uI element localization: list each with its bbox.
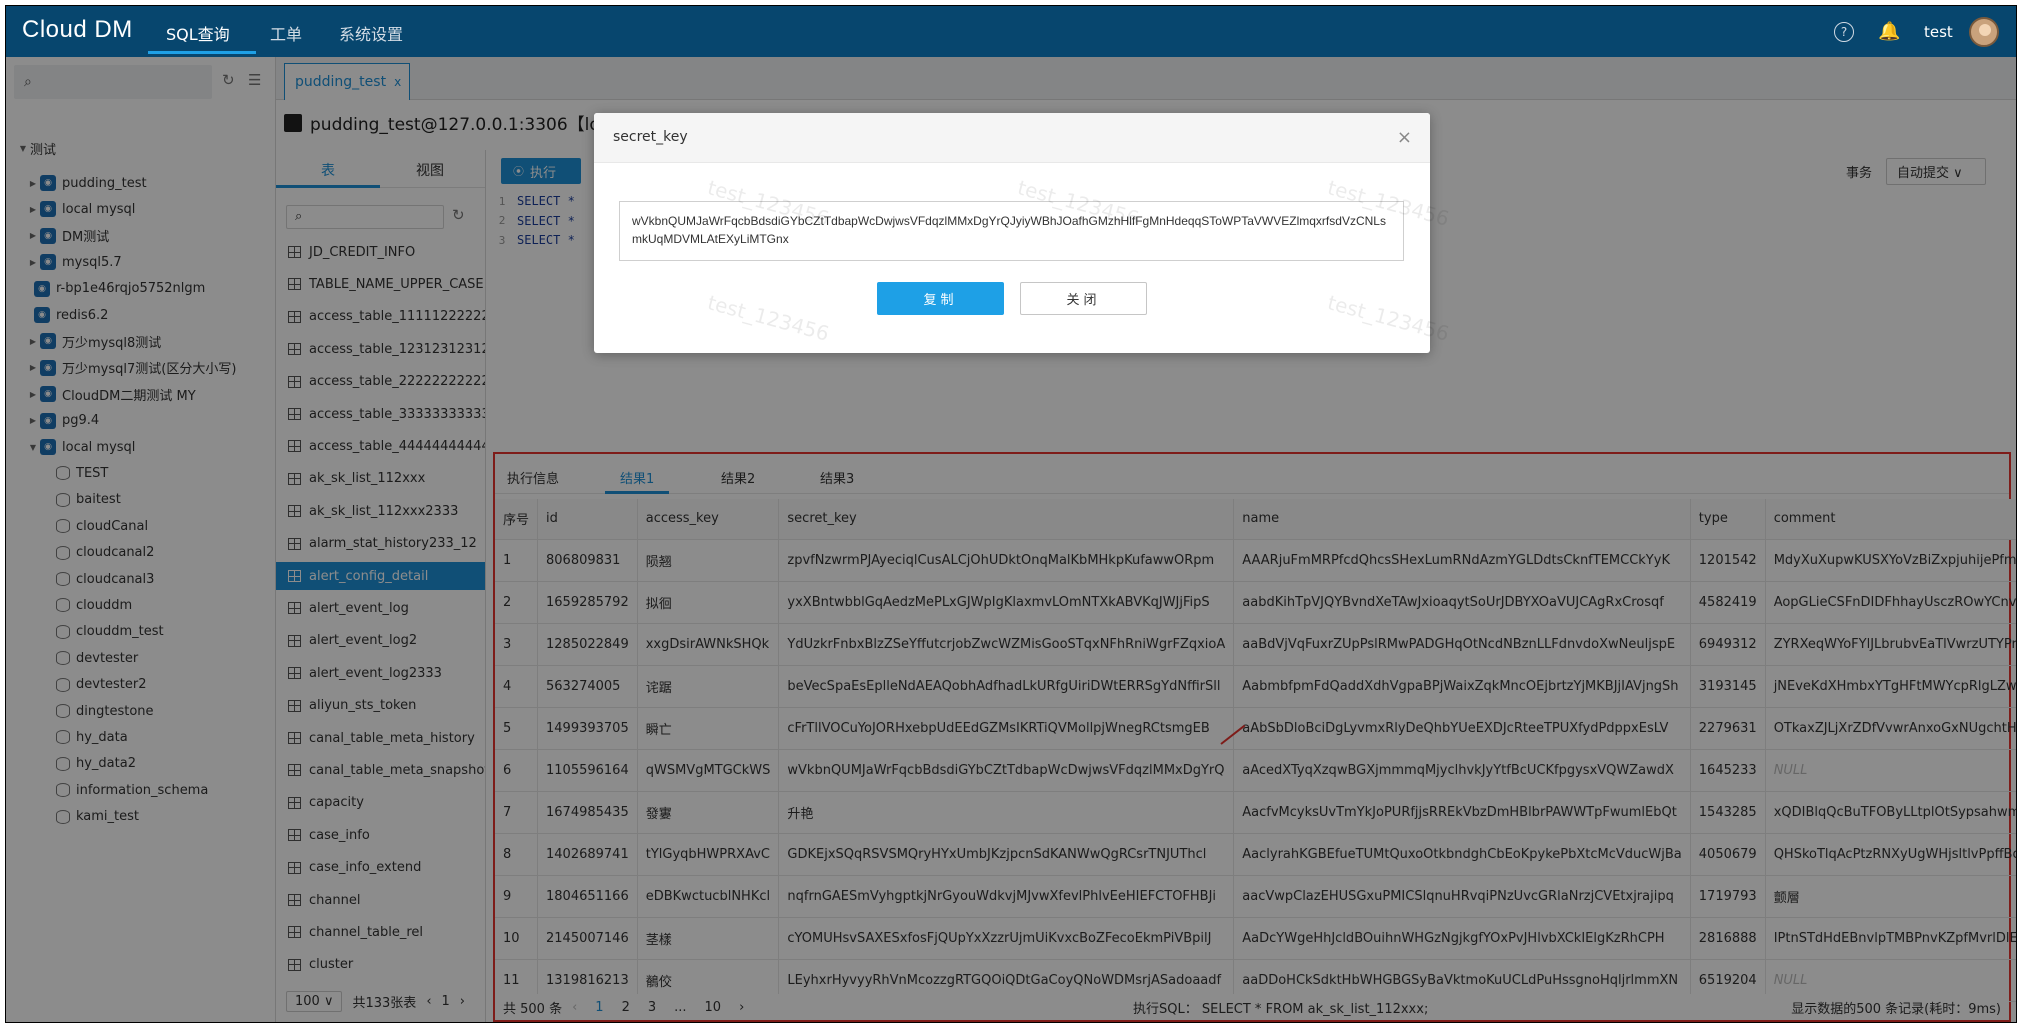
help-icon[interactable]: ? xyxy=(1834,6,1854,57)
close-icon[interactable]: × xyxy=(1397,127,1412,148)
nav-active-indicator xyxy=(148,51,256,54)
avatar[interactable] xyxy=(1969,6,1999,57)
nav-sql-query[interactable]: SQL查询 xyxy=(166,21,230,45)
nav-tickets[interactable]: 工单 xyxy=(270,21,302,45)
user-name[interactable]: test xyxy=(1924,6,1953,57)
dialog-header: secret_key × xyxy=(594,113,1430,163)
top-bar: Cloud DM SQL查询 工单 系统设置 ? 🔔 test xyxy=(6,6,2016,57)
copy-button[interactable]: 复制 xyxy=(877,282,1004,315)
dialog-title: secret_key xyxy=(613,129,688,145)
app-window: Cloud DM SQL查询 工单 系统设置 ? 🔔 test ⌕ ↻ ☰ ▼ 测… xyxy=(5,5,2017,1023)
nav-system-settings[interactable]: 系统设置 xyxy=(339,21,403,45)
secret-key-dialog: secret_key × wVkbnQUMJaWrFqcbBdsdiGYbCZt… xyxy=(594,113,1430,353)
close-button[interactable]: 关闭 xyxy=(1020,282,1147,315)
logo: Cloud DM xyxy=(22,16,133,43)
bell-icon[interactable]: 🔔 xyxy=(1878,6,1900,57)
secret-key-value[interactable]: wVkbnQUMJaWrFqcbBdsdiGYbCZtTdbapWcDwjwsV… xyxy=(619,201,1404,261)
